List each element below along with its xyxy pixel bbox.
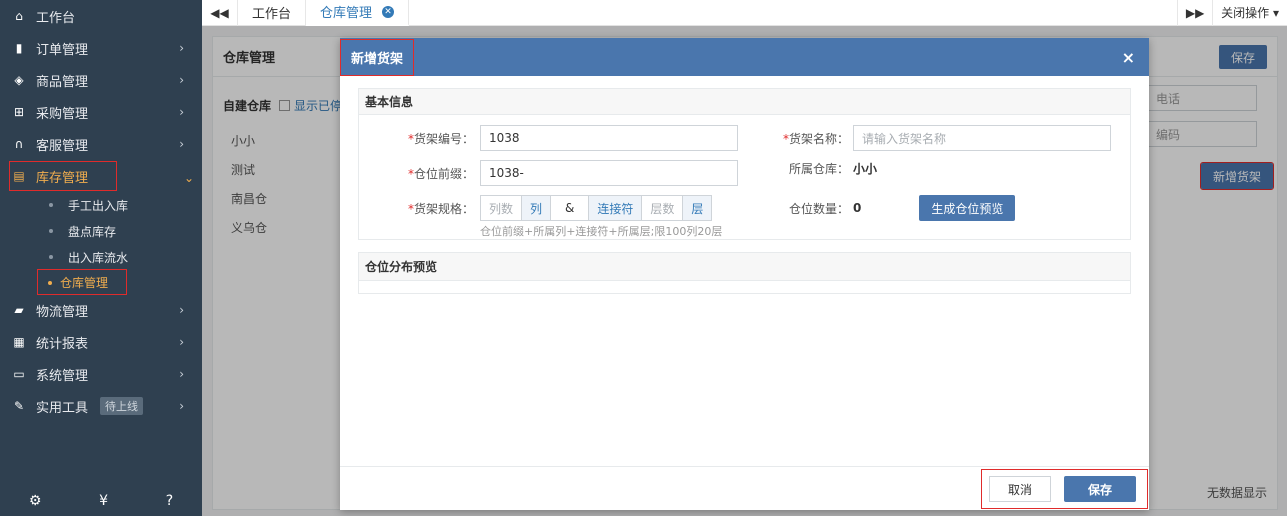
slot-count-value: 0 [853, 201, 862, 215]
sidebar-subitem[interactable]: 手工出入库 [0, 192, 202, 218]
coming-soon-badge: 待上线 [100, 397, 144, 415]
modal-title: 新增货架 [340, 38, 415, 76]
sidebar-item-label: 统计报表 [36, 336, 89, 352]
sidebar-subitem-label: 盘点库存 [68, 224, 117, 239]
wrench-icon: ✎ [13, 399, 25, 413]
modal-header: 新增货架 × [340, 38, 1149, 76]
chevron-right-icon: › [179, 335, 184, 349]
help-icon[interactable]: ? [166, 493, 173, 509]
sidebar-subitem[interactable]: 仓库管理 [37, 269, 127, 295]
bullet-icon [49, 255, 53, 259]
sidebar-item[interactable]: ▭ 系统管理 › [0, 358, 202, 390]
cart-icon: ⊞ [13, 105, 25, 119]
slot-preview-section: 仓位分布预览 [358, 252, 1131, 294]
sidebar-subitem[interactable]: 盘点库存 [0, 218, 202, 244]
clipboard-icon: ▮ [15, 41, 23, 55]
settings-icon[interactable]: ⚙ [29, 493, 42, 509]
sidebar-item-label: 库存管理 [36, 170, 89, 186]
generate-preview-button[interactable]: 生成仓位预览 [919, 195, 1016, 221]
sidebar-item-label: 客服管理 [36, 138, 89, 154]
basic-info-header: 基本信息 [359, 89, 1130, 115]
sidebar-subitem-label: 手工出入库 [68, 198, 129, 213]
sidebar-subitem-label: 仓库管理 [60, 275, 109, 290]
truck-icon: ▰ [14, 303, 24, 317]
slot-preview-header: 仓位分布预览 [359, 253, 1130, 281]
chevron-right-icon: › [179, 367, 184, 381]
sidebar-item-label: 工作台 [36, 10, 76, 26]
sidebar-item[interactable]: ◈ 商品管理 › [0, 64, 202, 96]
bullet-icon [49, 203, 53, 207]
top-tab-bar: ◀◀ 工作台 仓库管理 ✕ ▶▶ 关闭操作 ▾ [202, 0, 1287, 26]
column-addon: 列 [522, 196, 552, 220]
sidebar-item[interactable]: ▮ 订单管理 › [0, 32, 202, 64]
bullet-icon [49, 229, 53, 233]
cube-icon: ◈ [14, 73, 24, 87]
bullet-icon [48, 281, 52, 285]
sidebar-item[interactable]: ▦ 统计报表 › [0, 326, 202, 358]
close-icon[interactable]: × [1122, 48, 1135, 67]
sidebar-item-label: 采购管理 [36, 106, 89, 122]
sidebar-item-label: 系统管理 [36, 368, 89, 384]
add-shelf-modal: 新增货架 × 基本信息 *货架编号： 1038 *货架名称： 请输入货架名称 *… [340, 38, 1149, 510]
sidebar-item-label: 商品管理 [36, 74, 89, 90]
modal-footer: 取消 保存 [340, 466, 1149, 510]
sidebar-subitem[interactable]: 出入库流水 [0, 244, 202, 270]
slot-count-label: 仓位数量： [788, 201, 849, 216]
tabs-scroll-left-button[interactable]: ◀◀ [202, 0, 238, 26]
home-icon: ⌂ [15, 9, 23, 23]
connector-addon: 连接符 [589, 196, 643, 220]
yen-icon[interactable]: ¥ [99, 493, 108, 509]
cancel-button[interactable]: 取消 [989, 476, 1051, 502]
tab-label: 仓库管理 [320, 6, 373, 21]
chevron-down-icon: ⌄ [183, 171, 194, 185]
sidebar: ⌂ 工作台 ▮ 订单管理 › ◈ 商品管理 › ⊞ 采购管理 › ∩ 客服管理 › ▤ 库存管理 ⌄ 手工出入库盘… [0, 0, 202, 516]
sidebar-subitem-label: 出入库流水 [68, 250, 129, 265]
shelf-no-input[interactable]: 1038 [480, 125, 738, 151]
shelf-spec-hint: 仓位前缀+所属列+连接符+所属层;限100列20层 [480, 225, 723, 238]
sidebar-item-label: 物流管理 [36, 304, 89, 320]
chevron-right-icon: › [179, 105, 184, 119]
sidebar-item[interactable]: ⊞ 采购管理 › [0, 96, 202, 128]
shelf-name-input[interactable]: 请输入货架名称 [853, 125, 1111, 151]
layers-input[interactable]: 层数 [642, 196, 684, 220]
shelf-spec-group: 列数 列 & 连接符 层数 层 [480, 195, 713, 221]
save-button[interactable]: 保存 [1064, 476, 1136, 502]
chevron-right-icon: › [179, 303, 184, 317]
close-operations-dropdown[interactable]: 关闭操作 ▾ [1213, 0, 1287, 26]
sidebar-item[interactable]: ⌂ 工作台 [0, 0, 202, 32]
basic-info-section: 基本信息 *货架编号： 1038 *货架名称： 请输入货架名称 *仓位前缀： 1… [358, 88, 1131, 240]
headset-icon: ∩ [14, 137, 24, 151]
sidebar-item-label: 订单管理 [36, 42, 89, 58]
separator-input[interactable]: & [551, 196, 590, 220]
sidebar-item[interactable]: ∩ 客服管理 › [0, 128, 202, 160]
tab-workbench[interactable]: 工作台 [238, 0, 307, 26]
sidebar-item-label: 实用工具 [36, 400, 89, 416]
chevron-right-icon: › [179, 41, 184, 55]
shelf-no-label: *货架编号： [407, 131, 474, 146]
warehouse-label: 所属仓库： [788, 162, 849, 176]
columns-input[interactable]: 列数 [481, 196, 523, 220]
database-icon: ▤ [13, 169, 25, 183]
chevron-right-icon: › [179, 137, 184, 151]
monitor-icon: ▭ [13, 367, 25, 381]
tab-label: 工作台 [252, 7, 292, 22]
chevron-right-icon: › [179, 399, 184, 413]
sidebar-item[interactable]: ▰ 物流管理 › [0, 294, 202, 326]
tab-warehouse-management[interactable]: 仓库管理 ✕ [306, 0, 410, 26]
slot-prefix-input[interactable]: 1038- [480, 160, 738, 186]
slot-prefix-label: *仓位前缀： [407, 166, 474, 181]
chevron-right-icon: › [179, 73, 184, 87]
close-tab-icon[interactable]: ✕ [382, 5, 395, 18]
sidebar-footer: ⚙ ¥ ? [0, 486, 202, 516]
shelf-name-label: *货架名称： [782, 131, 849, 146]
sidebar-item[interactable]: ✎ 实用工具 待上线 › [0, 390, 202, 422]
report-icon: ▦ [13, 335, 25, 349]
shelf-spec-label: *货架规格： [407, 201, 474, 216]
sidebar-item[interactable]: ▤ 库存管理 ⌄ [9, 161, 194, 191]
warehouse-value: 小小 [853, 162, 878, 176]
tabs-scroll-right-button[interactable]: ▶▶ [1177, 0, 1214, 26]
layer-addon: 层 [683, 196, 712, 220]
